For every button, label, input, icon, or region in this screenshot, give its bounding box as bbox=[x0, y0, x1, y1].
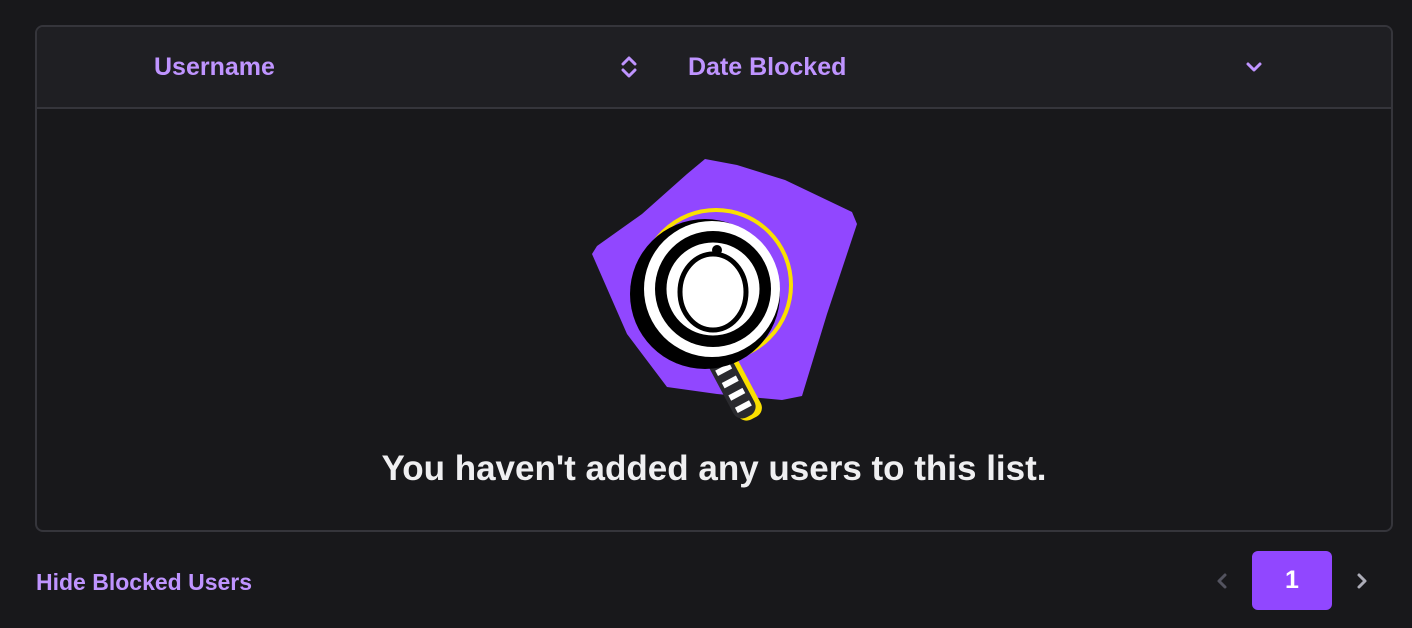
chevron-down-icon[interactable] bbox=[1238, 51, 1270, 83]
column-header-username[interactable]: Username bbox=[154, 27, 275, 107]
column-header-date-blocked[interactable]: Date Blocked bbox=[688, 27, 846, 107]
blocked-users-table: Username Date Blocked You haven't added … bbox=[35, 25, 1393, 532]
page-1-button[interactable]: 1 bbox=[1252, 551, 1332, 610]
chevron-right-icon[interactable] bbox=[1347, 566, 1377, 596]
table-header: Username Date Blocked bbox=[37, 27, 1391, 109]
magnifying-glass-illustration bbox=[587, 154, 862, 429]
empty-state: You haven't added any users to this list… bbox=[37, 109, 1391, 530]
sort-both-icon[interactable] bbox=[613, 51, 645, 83]
empty-state-message: You haven't added any users to this list… bbox=[381, 449, 1047, 488]
hide-blocked-users-link[interactable]: Hide Blocked Users bbox=[36, 566, 252, 598]
chevron-left-icon[interactable] bbox=[1207, 566, 1237, 596]
